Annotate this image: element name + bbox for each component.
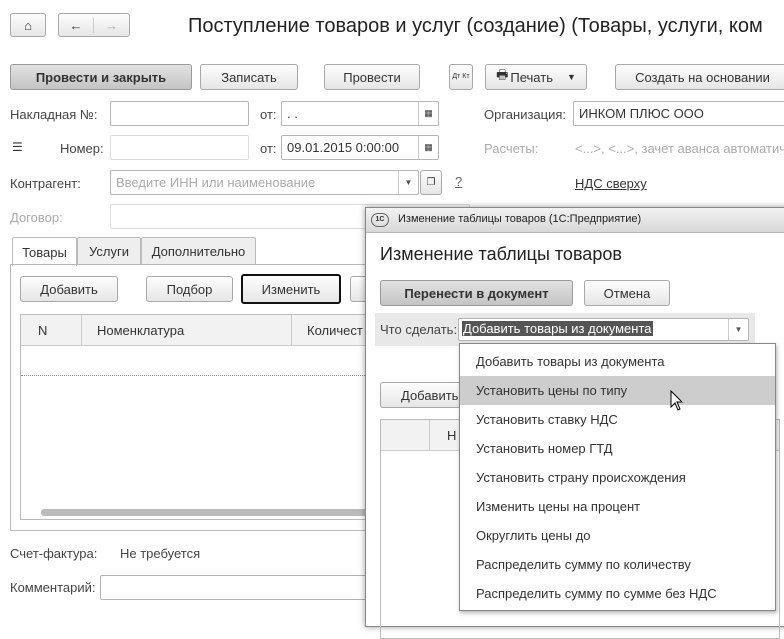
dropdown-icon[interactable]: ▼ — [398, 171, 418, 194]
tab-services[interactable]: Услуги — [77, 237, 141, 265]
calendar-icon[interactable]: ▦ — [418, 102, 438, 125]
invoice-date-input[interactable]: . . ▦ — [281, 101, 439, 126]
option-add-goods[interactable]: Добавить товары из документа — [460, 347, 775, 376]
save-button[interactable]: Записать — [200, 64, 298, 90]
vat-link[interactable]: НДС сверху — [575, 176, 647, 191]
nav-buttons: ← → — [58, 13, 130, 37]
add-button[interactable]: Добавить — [20, 276, 118, 302]
transfer-button[interactable]: Перенести в документ — [380, 280, 573, 306]
action-row: Что сделать: Добавить товары из документ… — [375, 313, 755, 346]
number-date-value: 09.01.2015 0:00:00 — [287, 140, 400, 155]
contract-label: Договор: — [10, 210, 63, 225]
option-set-gtd-number[interactable]: Установить номер ГТД — [460, 434, 775, 463]
col-quantity[interactable]: Количест — [307, 323, 363, 338]
chevron-down-icon: ▼ — [566, 72, 576, 82]
contractor-input[interactable]: Введите ИНН или наименование ▼ — [110, 170, 419, 195]
calendar-icon[interactable]: ▦ — [418, 136, 438, 159]
col-nomenclature[interactable]: Номенклатура — [97, 323, 184, 338]
option-set-country[interactable]: Установить страну происхождения — [460, 463, 775, 492]
home-button[interactable]: ⌂ — [10, 13, 46, 37]
from-label: от: — [260, 107, 277, 122]
printer-icon: 🖶 — [496, 67, 509, 82]
table-row[interactable] — [21, 375, 399, 376]
contractor-label: Контрагент: — [10, 176, 81, 191]
from-label-2: от: — [260, 141, 277, 156]
dialog-window-title: Изменение таблицы товаров (1С:Предприяти… — [398, 213, 642, 225]
create-based-button[interactable]: Создать на основании — [615, 64, 784, 90]
option-round-prices[interactable]: Округлить цены до — [460, 521, 775, 550]
mouse-cursor-icon — [670, 390, 684, 411]
action-label: Что сделать: — [380, 322, 458, 337]
org-label: Организация: — [484, 107, 567, 122]
dialog-add-button[interactable]: Добавить — [380, 382, 470, 408]
option-set-prices-by-type[interactable]: Установить цены по типу — [460, 376, 775, 405]
invoice-fact-value: Не требуется — [120, 546, 201, 561]
dialog-heading: Изменение таблицы товаров — [380, 244, 622, 264]
invoice-date-value: . . — [287, 106, 298, 121]
help-link[interactable]: ? — [455, 174, 462, 189]
col-n[interactable]: N — [38, 323, 47, 338]
settlements-label: Расчеты: — [484, 141, 539, 156]
number-label: Номер: — [60, 141, 104, 156]
action-dropdown-list: Добавить товары из документа Установить … — [459, 343, 776, 611]
cancel-button[interactable]: Отмена — [584, 280, 670, 306]
back-icon[interactable]: ← — [59, 17, 95, 33]
open-button[interactable]: ❐ — [420, 170, 442, 195]
table-header: N Номенклатура Количест — [21, 315, 399, 346]
1c-logo-icon: 1С — [371, 213, 389, 227]
print-label: Печать — [510, 69, 553, 85]
goods-table: N Номенклатура Количест — [20, 314, 400, 520]
option-distribute-by-sum[interactable]: Распределить сумму по сумме без НДС — [460, 579, 775, 608]
org-input[interactable]: ИНКОМ ПЛЮС ООО — [573, 101, 784, 126]
tab-additional[interactable]: Дополнительно — [141, 237, 256, 265]
post-button[interactable]: Провести — [324, 64, 420, 90]
comment-label: Комментарий: — [10, 580, 96, 595]
print-button[interactable]: 🖶 Печать ▼ — [485, 64, 587, 90]
number-date-input[interactable]: 09.01.2015 0:00:00 ▦ — [281, 135, 439, 160]
tab-goods[interactable]: Товары — [12, 237, 77, 266]
dropdown-icon[interactable]: ▼ — [728, 319, 748, 340]
option-distribute-by-quantity[interactable]: Распределить сумму по количеству — [460, 550, 775, 579]
action-value: Добавить товары из документа — [462, 321, 653, 336]
contractor-placeholder: Введите ИНН или наименование — [116, 175, 316, 190]
invoice-number-input[interactable] — [110, 101, 249, 126]
window-title: Поступление товаров и услуг (создание) (… — [188, 15, 763, 37]
document-icon[interactable]: ☰ — [12, 140, 23, 154]
open-icon: ❐ — [426, 177, 436, 188]
comment-input[interactable] — [100, 575, 400, 600]
dialog-titlebar[interactable]: 1С Изменение таблицы товаров (1С:Предпри… — [366, 208, 784, 233]
change-button[interactable]: Изменить — [241, 274, 341, 304]
dialog-col[interactable]: Н — [447, 428, 456, 443]
invoice-fact-label: Счет-фактура: — [10, 546, 98, 561]
action-select[interactable]: Добавить товары из документа ▼ — [458, 318, 749, 341]
pick-button[interactable]: Подбор — [146, 276, 233, 302]
settlements-value[interactable]: <...>, <...>, зачет аванса автоматич — [575, 141, 784, 156]
option-set-vat-rate[interactable]: Установить ставку НДС — [460, 405, 775, 434]
dtkt-button[interactable]: Дт Кт — [449, 64, 473, 90]
number-input — [110, 135, 249, 160]
home-icon: ⌂ — [24, 17, 32, 33]
forward-icon[interactable]: → — [94, 18, 129, 33]
horizontal-scrollbar[interactable] — [41, 509, 381, 516]
invoice-label: Накладная №: — [10, 107, 98, 122]
post-close-button[interactable]: Провести и закрыть — [10, 64, 192, 90]
option-change-prices-percent[interactable]: Изменить цены на процент — [460, 492, 775, 521]
